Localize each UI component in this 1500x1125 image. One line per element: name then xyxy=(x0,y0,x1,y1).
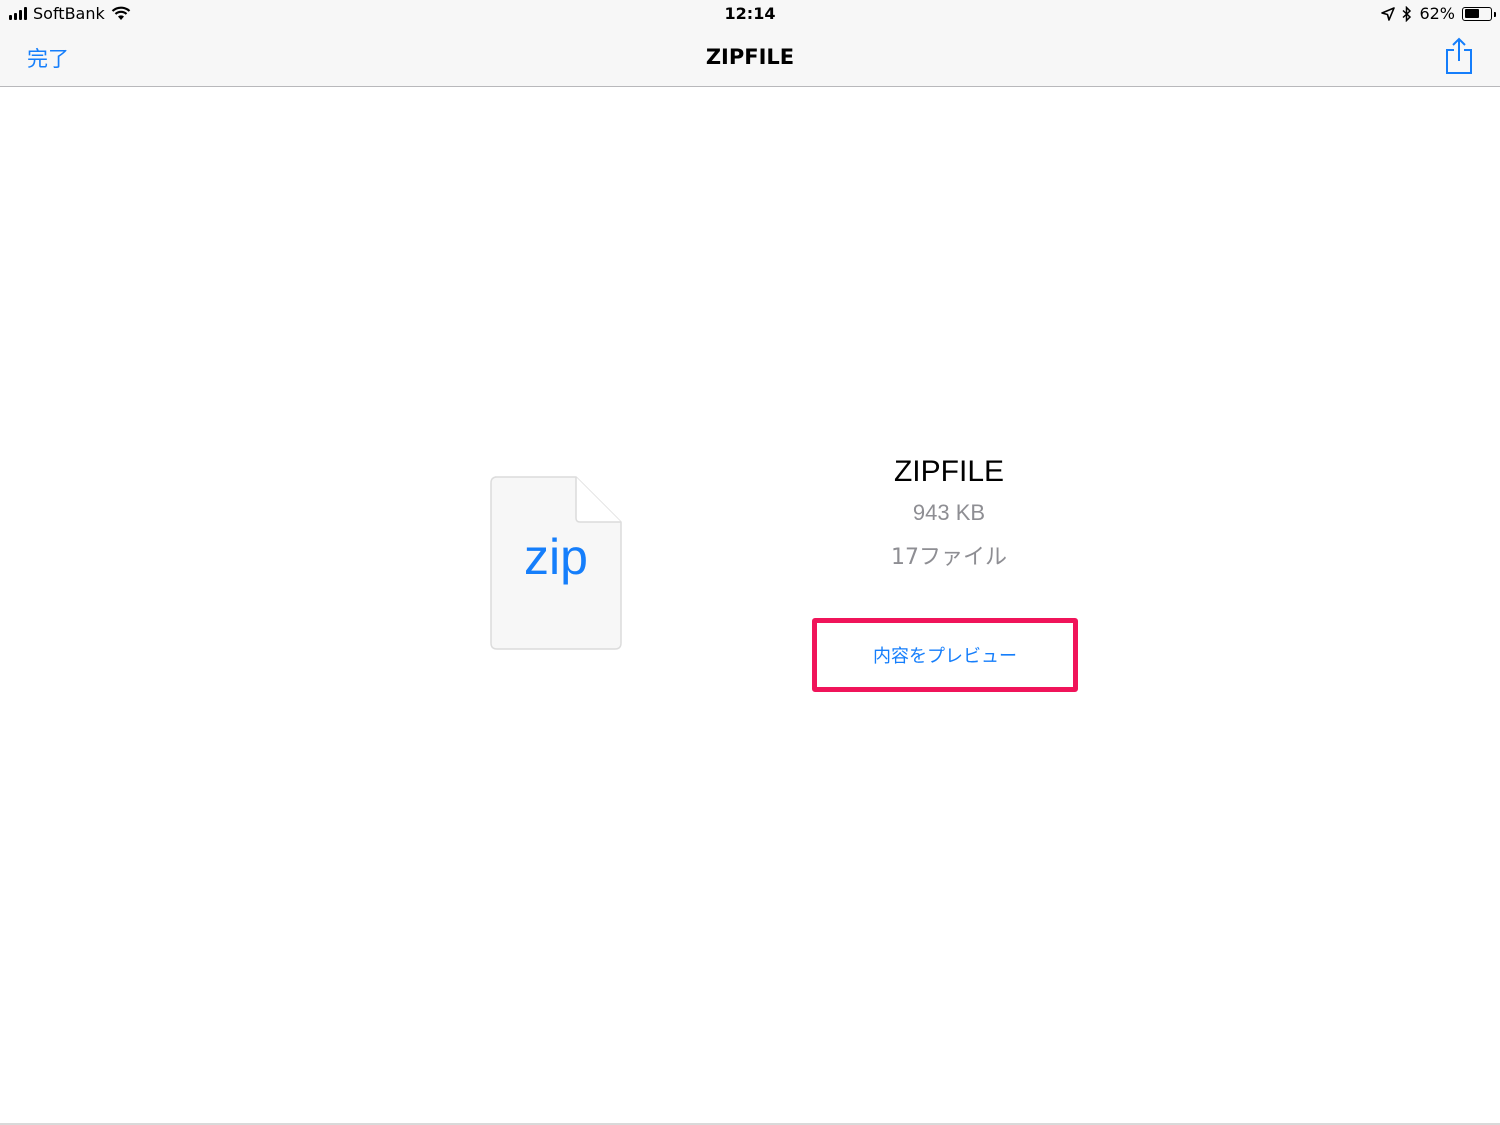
bluetooth-icon xyxy=(1402,5,1412,22)
file-name: ZIPFILE xyxy=(893,455,1005,488)
navigation-bar: 完了 ZIPFILE xyxy=(0,28,1500,87)
battery-tip xyxy=(1494,11,1496,17)
status-time: 12:14 xyxy=(724,4,776,23)
file-size: 943 KB xyxy=(912,500,986,525)
file-count: 17ファイル xyxy=(891,545,1007,570)
battery-percent: 62% xyxy=(1419,4,1455,23)
file-extension-label: zip xyxy=(524,529,588,585)
share-icon xyxy=(1446,37,1472,74)
share-button[interactable] xyxy=(1444,37,1474,75)
status-bar: SoftBank 12:14 62% xyxy=(0,0,1500,28)
battery-fill xyxy=(1464,9,1480,18)
nav-title: ZIPFILE xyxy=(705,45,795,69)
status-right: 62% xyxy=(1381,4,1496,23)
battery-icon xyxy=(1462,6,1496,21)
location-arrow-icon xyxy=(1381,6,1396,21)
preview-contents-button[interactable]: 内容をプレビュー xyxy=(817,623,1073,687)
